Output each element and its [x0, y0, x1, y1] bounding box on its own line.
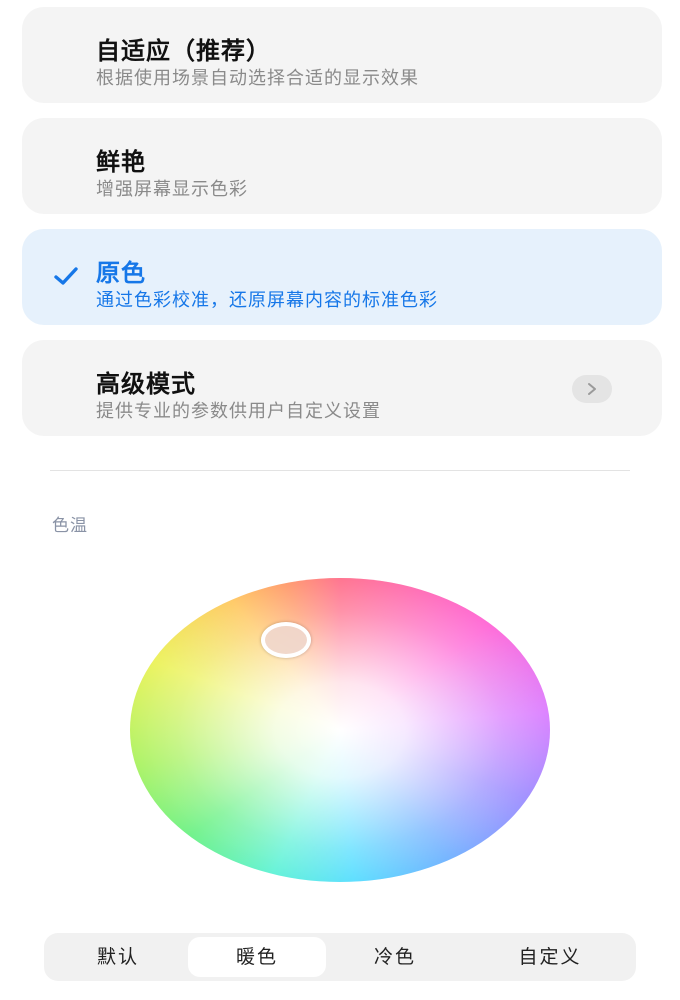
option-title: 高级模式 — [96, 370, 196, 398]
color-temperature-label: 色温 — [52, 516, 88, 536]
option-vivid[interactable]: 鲜艳 增强屏幕显示色彩 — [22, 118, 662, 214]
option-title: 自适应（推荐） — [96, 37, 271, 65]
option-subtitle: 增强屏幕显示色彩 — [96, 179, 248, 200]
color-picker-handle[interactable] — [261, 622, 311, 658]
option-subtitle: 通过色彩校准，还原屏幕内容的标准色彩 — [96, 290, 438, 311]
check-icon — [54, 267, 78, 285]
option-subtitle: 提供专业的参数供用户自定义设置 — [96, 401, 381, 422]
option-subtitle: 根据使用场景自动选择合适的显示效果 — [96, 68, 419, 89]
preset-default[interactable]: 默认 — [44, 937, 192, 977]
option-adaptive[interactable]: 自适应（推荐） 根据使用场景自动选择合适的显示效果 — [22, 7, 662, 103]
divider — [50, 470, 630, 471]
display-color-settings-page: 自适应（推荐） 根据使用场景自动选择合适的显示效果 鲜艳 增强屏幕显示色彩 原色… — [0, 0, 680, 1000]
option-advanced-mode[interactable]: 高级模式 提供专业的参数供用户自定义设置 — [22, 340, 662, 436]
chevron-right-icon[interactable] — [572, 375, 612, 403]
option-title: 鲜艳 — [96, 148, 146, 176]
color-wheel-saturation — [130, 578, 550, 882]
option-original-color[interactable]: 原色 通过色彩校准，还原屏幕内容的标准色彩 — [22, 229, 662, 325]
preset-custom[interactable]: 自定义 — [476, 937, 624, 977]
preset-cool[interactable]: 冷色 — [326, 937, 464, 977]
option-title: 原色 — [96, 259, 146, 287]
color-temperature-presets: 默认 暖色 冷色 自定义 — [44, 933, 636, 981]
preset-warm[interactable]: 暖色 — [188, 937, 326, 977]
color-wheel[interactable] — [130, 578, 550, 882]
